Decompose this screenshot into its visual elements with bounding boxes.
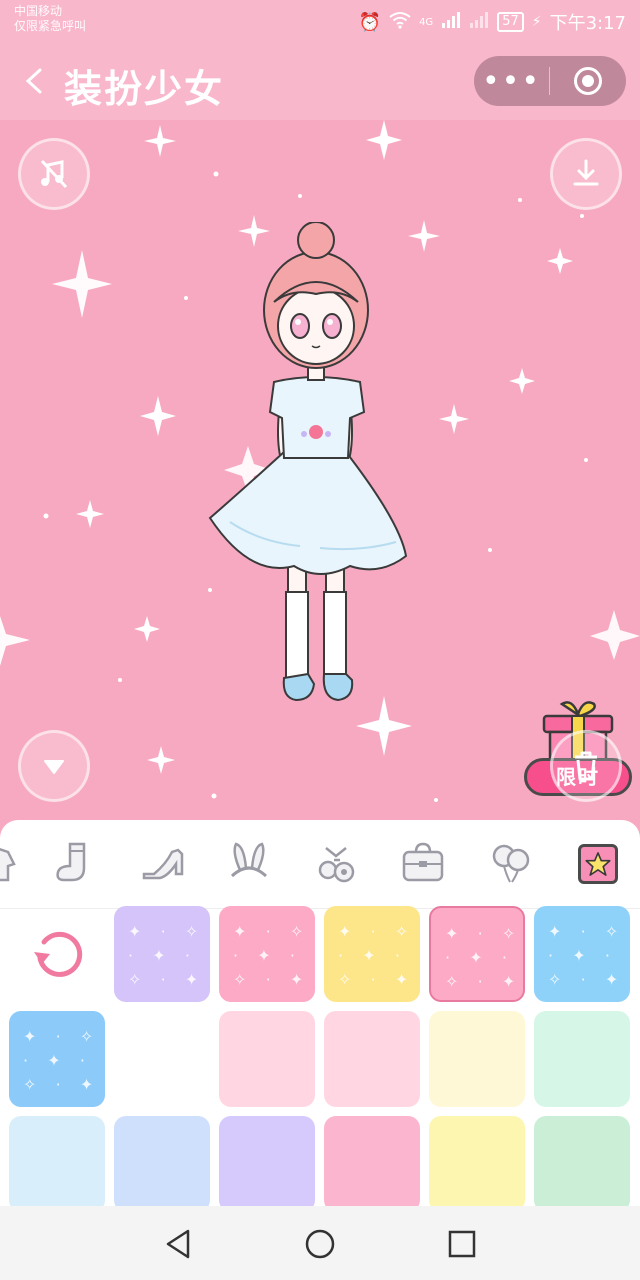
reset-button[interactable]	[10, 906, 106, 1002]
network-type: 4G	[419, 16, 434, 28]
bunny-ears-icon[interactable]	[226, 840, 272, 886]
background-tile[interactable]	[219, 906, 315, 1002]
music-toggle-button[interactable]	[18, 138, 90, 210]
download-button[interactable]	[550, 138, 622, 210]
title-bar: 装扮少女 •••	[0, 42, 640, 120]
flower-hairpin-icon[interactable]	[314, 840, 360, 886]
music-off-icon	[40, 159, 68, 189]
star-frame-icon[interactable]	[578, 844, 618, 884]
high-heel-icon[interactable]	[140, 840, 186, 886]
background-tile[interactable]	[9, 1116, 105, 1206]
status-indicators: ⏰ 4G 57 ⚡ 下午3:17	[359, 9, 626, 35]
trash-icon	[575, 751, 597, 781]
background-tile[interactable]	[324, 906, 420, 1002]
mini-program-capsule: •••	[474, 56, 626, 106]
system-nav-bar	[0, 1206, 640, 1280]
more-button[interactable]: •••	[474, 56, 549, 106]
collapse-panel-button[interactable]	[18, 730, 90, 802]
background-tile[interactable]	[9, 1011, 105, 1107]
wardrobe-panel	[0, 820, 640, 1206]
sock-icon[interactable]	[52, 840, 98, 886]
balloon-icon[interactable]	[488, 840, 534, 886]
clear-outfit-button[interactable]	[550, 730, 622, 802]
signal-icon	[441, 11, 461, 34]
carrier-name: 中国移动	[14, 4, 63, 18]
charging-icon: ⚡	[531, 14, 542, 30]
dressup-stage: 限时	[0, 120, 640, 820]
bag-icon[interactable]	[400, 840, 446, 886]
background-tile[interactable]	[429, 1011, 525, 1107]
background-tile[interactable]	[534, 906, 630, 1002]
background-tile[interactable]	[219, 1011, 315, 1107]
close-button[interactable]	[550, 56, 626, 106]
download-icon	[573, 159, 599, 186]
category-tabs	[0, 820, 640, 910]
background-tile[interactable]	[114, 1011, 210, 1107]
nav-back-icon[interactable]	[160, 1226, 196, 1262]
dressup-character[interactable]	[200, 222, 420, 712]
background-tile[interactable]	[114, 906, 210, 1002]
carrier-status: 仅限紧急呼叫	[14, 19, 87, 33]
background-tile[interactable]	[534, 1116, 630, 1206]
nav-home-icon[interactable]	[302, 1226, 338, 1262]
carrier-info: 中国移动 仅限紧急呼叫	[14, 4, 86, 34]
background-tile[interactable]	[114, 1116, 210, 1206]
clothes-icon[interactable]	[0, 840, 20, 886]
status-bar: 中国移动 仅限紧急呼叫 ⏰ 4G 57 ⚡ 下午3:17	[0, 0, 640, 42]
background-tile[interactable]	[219, 1116, 315, 1206]
reset-icon	[34, 931, 83, 977]
background-tile-selected[interactable]	[429, 906, 525, 1002]
triangle-down-icon	[44, 760, 64, 774]
clock: 下午3:17	[549, 13, 626, 34]
background-tile[interactable]	[429, 1116, 525, 1206]
page-title: 装扮少女	[64, 67, 225, 111]
wifi-icon	[389, 11, 411, 34]
background-tile[interactable]	[534, 1011, 630, 1107]
battery-level: 57	[497, 12, 524, 32]
alarm-icon: ⏰	[358, 11, 382, 33]
nav-recents-icon[interactable]	[444, 1226, 480, 1262]
background-tile[interactable]	[324, 1116, 420, 1206]
background-tile[interactable]	[324, 1011, 420, 1107]
signal-icon-2	[469, 11, 489, 34]
back-icon[interactable]	[20, 62, 48, 100]
target-icon	[574, 67, 602, 95]
